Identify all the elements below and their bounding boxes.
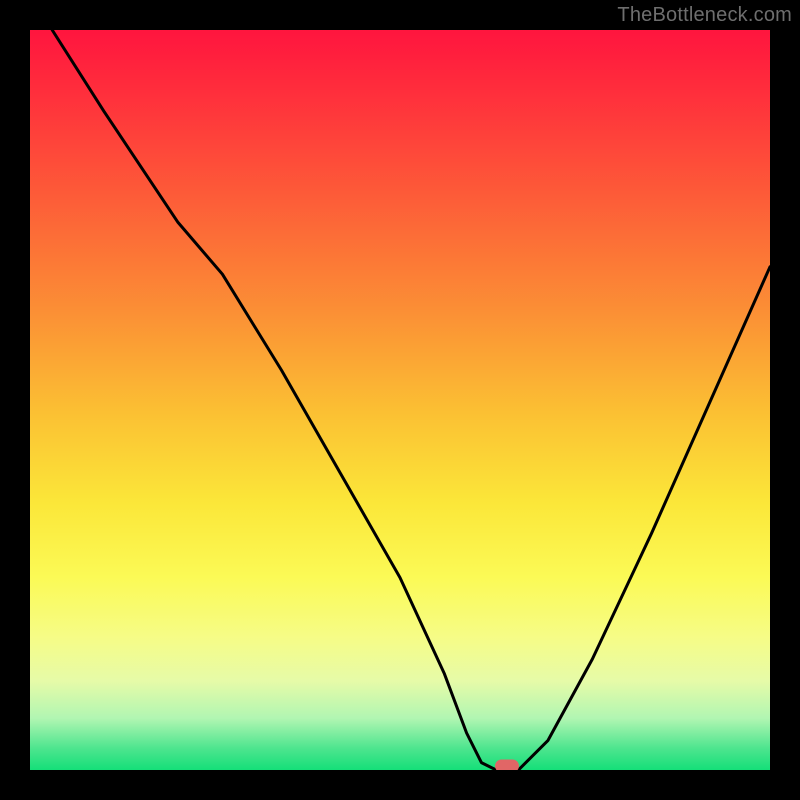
bottleneck-curve xyxy=(52,30,770,770)
curve-layer xyxy=(30,30,770,770)
chart-frame: TheBottleneck.com xyxy=(0,0,800,800)
plot-area xyxy=(30,30,770,770)
watermark-text: TheBottleneck.com xyxy=(617,4,792,27)
optimum-marker xyxy=(495,760,519,770)
